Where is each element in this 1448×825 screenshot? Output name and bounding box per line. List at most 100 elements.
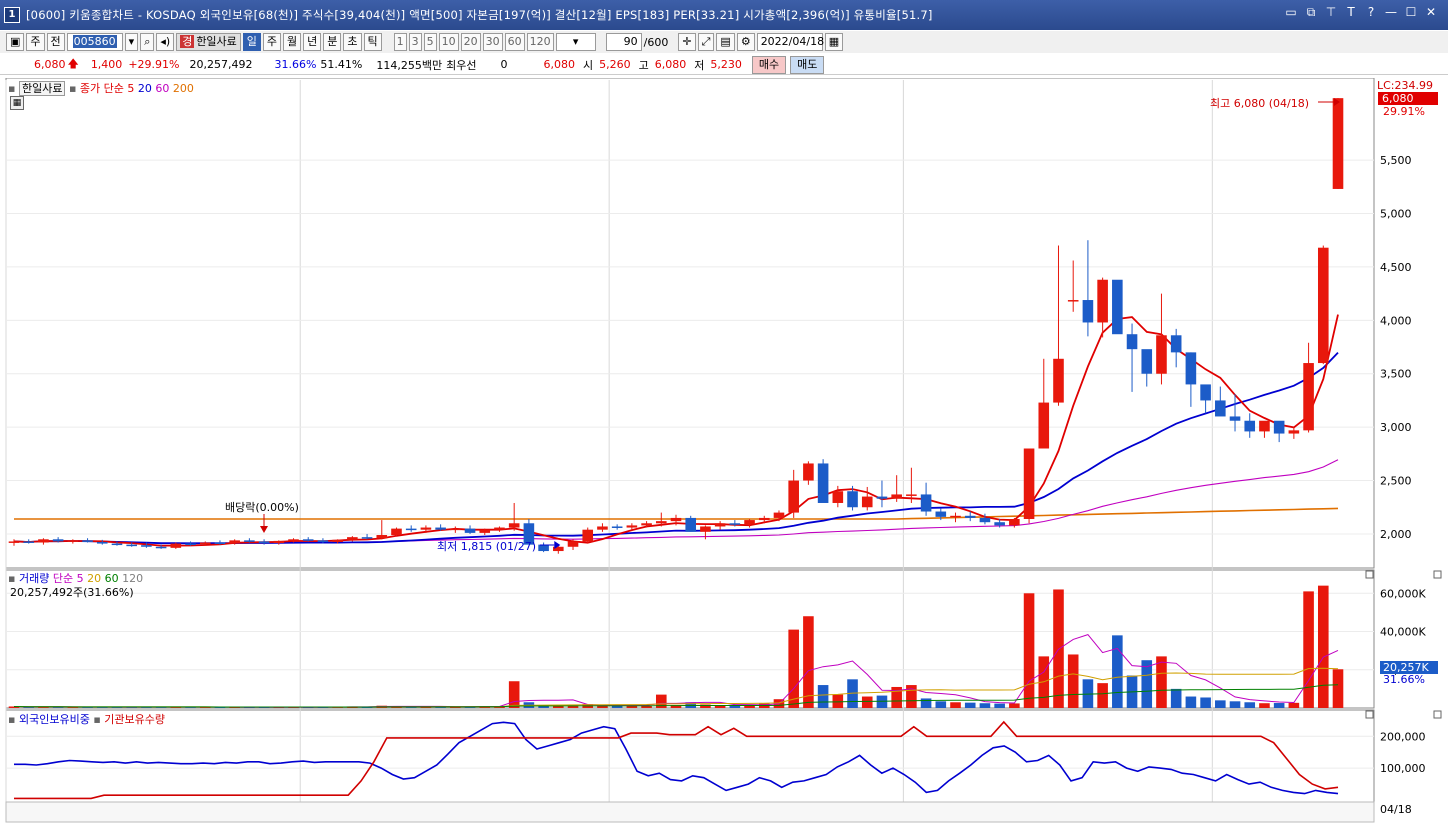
candle[interactable] bbox=[1141, 349, 1153, 374]
candle[interactable] bbox=[214, 542, 226, 545]
candle[interactable] bbox=[832, 491, 844, 503]
candle[interactable] bbox=[8, 541, 20, 543]
candle[interactable] bbox=[773, 512, 785, 518]
pin-icon[interactable]: ⊤ bbox=[1324, 5, 1338, 20]
volume-bar[interactable] bbox=[1215, 700, 1226, 708]
candle[interactable] bbox=[1229, 416, 1241, 421]
candle[interactable] bbox=[435, 527, 446, 530]
candle[interactable] bbox=[1170, 335, 1182, 353]
candle[interactable] bbox=[273, 540, 285, 544]
candle[interactable] bbox=[317, 540, 329, 542]
candle[interactable] bbox=[1273, 420, 1285, 434]
candle[interactable] bbox=[199, 542, 211, 545]
candle[interactable] bbox=[244, 540, 255, 542]
volume-bar[interactable] bbox=[1317, 585, 1329, 708]
volume-bar[interactable] bbox=[979, 703, 991, 708]
volume-bar[interactable] bbox=[1009, 703, 1020, 708]
candle[interactable] bbox=[1023, 448, 1035, 520]
candle[interactable] bbox=[817, 463, 829, 503]
interval-1[interactable]: 1 bbox=[393, 33, 407, 51]
candle[interactable] bbox=[52, 539, 64, 542]
candle[interactable] bbox=[405, 528, 417, 531]
candle[interactable] bbox=[994, 522, 1005, 526]
sell-button[interactable]: 매도 bbox=[790, 55, 825, 74]
volume-bar[interactable] bbox=[1332, 669, 1344, 708]
chart-canvas[interactable]: 2021/122022/010203042,0002,5003,0003,500… bbox=[0, 78, 1448, 825]
candle[interactable] bbox=[1317, 247, 1329, 364]
candle[interactable] bbox=[847, 491, 858, 508]
layout-icon[interactable]: ▭ bbox=[1284, 5, 1298, 20]
price-pane[interactable] bbox=[5, 78, 1375, 569]
grid-table-icon[interactable]: ▦ bbox=[10, 96, 24, 110]
candle[interactable] bbox=[1009, 519, 1020, 526]
interval-10[interactable]: 10 bbox=[438, 33, 459, 51]
volume-bar[interactable] bbox=[1303, 591, 1314, 708]
volume-bar[interactable] bbox=[1244, 702, 1256, 708]
restore-layout-icon[interactable]: ⧉ bbox=[1304, 5, 1318, 20]
volume-bar[interactable] bbox=[508, 681, 520, 708]
candle[interactable] bbox=[450, 528, 461, 531]
interval-5[interactable]: 5 bbox=[423, 33, 437, 51]
sound-icon[interactable]: ◂) bbox=[156, 33, 175, 51]
candle[interactable] bbox=[67, 540, 79, 542]
volume-bar[interactable] bbox=[803, 616, 814, 708]
font-icon[interactable]: T bbox=[1344, 5, 1358, 20]
candle[interactable] bbox=[935, 511, 947, 517]
candle[interactable] bbox=[1082, 300, 1094, 323]
candle[interactable] bbox=[626, 525, 638, 528]
candle[interactable] bbox=[23, 541, 35, 543]
interval-3[interactable]: 3 bbox=[408, 33, 422, 51]
interval-120[interactable]: 120 bbox=[526, 33, 554, 51]
candle[interactable] bbox=[1288, 430, 1300, 434]
volume-bar[interactable] bbox=[920, 698, 932, 708]
calendar-icon[interactable]: ▦ bbox=[824, 33, 844, 51]
interval-30[interactable]: 30 bbox=[482, 33, 503, 51]
candle[interactable] bbox=[1303, 363, 1314, 431]
candle[interactable] bbox=[391, 528, 402, 536]
candle[interactable] bbox=[229, 540, 240, 544]
candle[interactable] bbox=[1067, 300, 1079, 302]
volume-bar[interactable] bbox=[788, 629, 799, 708]
candle[interactable] bbox=[1053, 358, 1064, 403]
candle[interactable] bbox=[1112, 279, 1123, 335]
candle[interactable] bbox=[258, 541, 270, 544]
candle[interactable] bbox=[714, 523, 726, 527]
volume-bar[interactable] bbox=[950, 702, 961, 708]
interval-60[interactable]: 60 bbox=[504, 33, 525, 51]
foreign-pane-resize-icon[interactable] bbox=[1365, 710, 1374, 719]
type-select-all[interactable]: 전 bbox=[46, 33, 65, 51]
minimize-button[interactable]: — bbox=[1384, 5, 1398, 20]
candle[interactable] bbox=[82, 540, 93, 542]
volume-bar[interactable] bbox=[935, 701, 947, 708]
candle[interactable] bbox=[1215, 400, 1226, 417]
candle[interactable] bbox=[38, 539, 49, 543]
candle[interactable] bbox=[302, 539, 314, 541]
volume-bar[interactable] bbox=[729, 705, 741, 708]
candle[interactable] bbox=[641, 523, 652, 526]
foreign-pane-close-icon[interactable] bbox=[1433, 710, 1442, 719]
search-icon[interactable]: ⌕ bbox=[140, 33, 155, 51]
candle[interactable] bbox=[700, 526, 711, 532]
candle[interactable] bbox=[567, 541, 579, 547]
date-input[interactable]: 2022/04/18 bbox=[756, 33, 824, 51]
candle[interactable] bbox=[876, 496, 888, 499]
candle[interactable] bbox=[803, 463, 814, 481]
volume-bar[interactable] bbox=[964, 702, 976, 708]
candle[interactable] bbox=[655, 521, 667, 524]
bar-count-input[interactable]: 90 bbox=[605, 33, 642, 51]
candle[interactable] bbox=[1126, 334, 1138, 350]
maximize-button[interactable]: ☐ bbox=[1404, 5, 1418, 20]
candle[interactable] bbox=[1244, 420, 1256, 432]
candle[interactable] bbox=[979, 517, 991, 523]
volume-bar[interactable] bbox=[1156, 656, 1167, 708]
volume-bar[interactable] bbox=[994, 703, 1005, 708]
candle[interactable] bbox=[582, 529, 594, 542]
candle[interactable] bbox=[141, 545, 152, 547]
interval-20[interactable]: 20 bbox=[460, 33, 481, 51]
candle[interactable] bbox=[494, 527, 505, 530]
volume-bar[interactable] bbox=[817, 685, 829, 708]
candle[interactable] bbox=[185, 543, 196, 546]
candle[interactable] bbox=[729, 523, 741, 525]
candle[interactable] bbox=[111, 543, 123, 546]
candle[interactable] bbox=[685, 517, 697, 532]
